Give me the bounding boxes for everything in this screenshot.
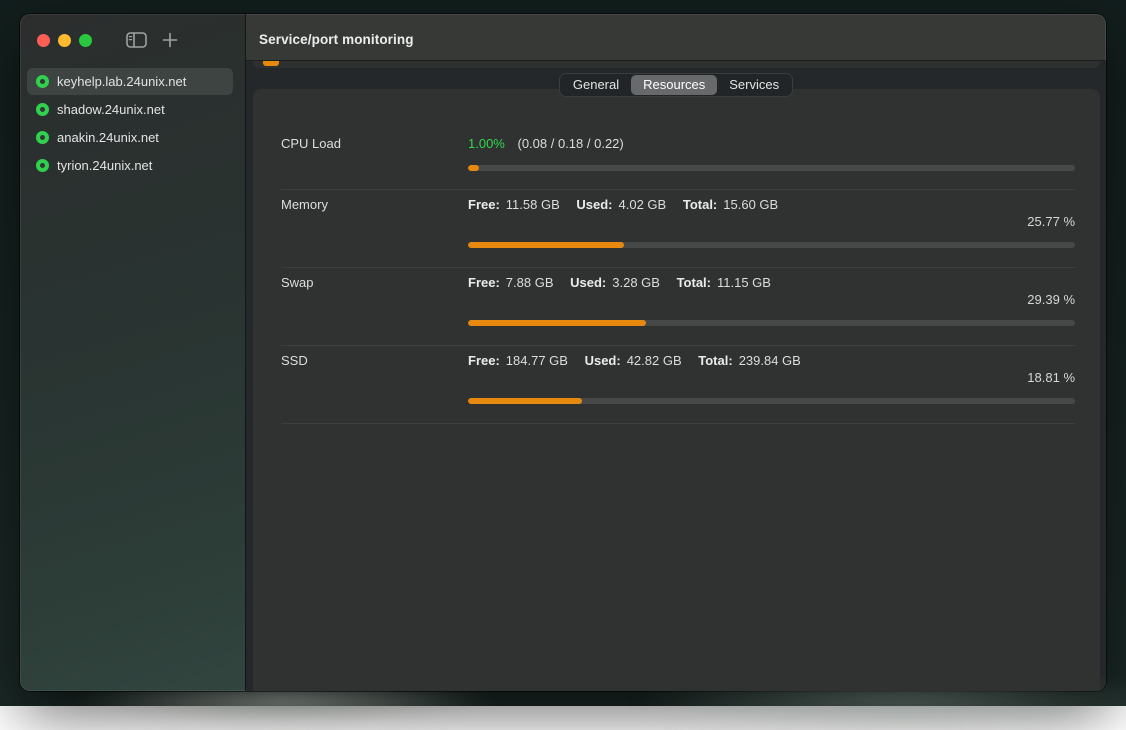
swap-values: Free: 7.88 GB Used: 3.28 GB Total: 11.15 GB <box>468 275 1075 290</box>
cpu-percent-value: 1.00% <box>468 136 505 151</box>
memory-values: Free: 11.58 GB Used: 4.02 GB Total: 15.60 G… <box>468 197 1075 212</box>
desktop-background: keyhelp.lab.24unix.net shadow.24unix.net… <box>0 0 1126 706</box>
sidebar: keyhelp.lab.24unix.net shadow.24unix.net… <box>20 14 246 691</box>
ssd-used-value: 42.82 GB <box>627 353 682 368</box>
zoom-window-button[interactable] <box>79 34 92 47</box>
status-dot-icon <box>36 75 49 88</box>
memory-row: Memory Free: 11.58 GB Used: 4.02 GB Total:… <box>281 190 1075 267</box>
row-divider <box>281 423 1075 424</box>
main-panel: Service/port monitoring General Resource… <box>246 14 1106 691</box>
used-label: Used: <box>585 353 621 368</box>
segmented-control: General Resources Services <box>559 73 793 97</box>
cpu-progress-bar <box>468 165 1075 171</box>
resources-panel: CPU Load 1.00% (0.08 / 0.18 / 0.22) <box>253 89 1100 691</box>
memory-total-value: 15.60 GB <box>723 197 778 212</box>
ssd-total-value: 239.84 GB <box>739 353 801 368</box>
swap-row: Swap Free: 7.88 GB Used: 3.28 GB Total: 11.… <box>281 268 1075 345</box>
server-label: tyrion.24unix.net <box>57 158 152 173</box>
total-label: Total: <box>698 353 732 368</box>
server-item-tyrion[interactable]: tyrion.24unix.net <box>27 152 233 179</box>
swap-progress-fill <box>468 320 646 326</box>
sidebar-toolbar <box>20 14 245 61</box>
ssd-percent: 18.81 % <box>468 370 1075 385</box>
cpu-load-averages: (0.08 / 0.18 / 0.22) <box>518 136 624 151</box>
server-label: anakin.24unix.net <box>57 130 159 145</box>
sidebar-toggle-icon <box>126 32 147 48</box>
swap-free-value: 7.88 GB <box>506 275 554 290</box>
free-label: Free: <box>468 353 500 368</box>
server-item-shadow[interactable]: shadow.24unix.net <box>27 96 233 123</box>
toggle-sidebar-button[interactable] <box>126 32 147 48</box>
swap-percent: 29.39 % <box>468 292 1075 307</box>
cpu-load-values: 1.00% (0.08 / 0.18 / 0.22) <box>468 136 1075 151</box>
scrolled-group-box-remnant <box>253 61 1100 68</box>
total-label: Total: <box>677 275 711 290</box>
tab-general[interactable]: General <box>561 75 631 95</box>
page-title: Service/port monitoring <box>259 32 414 47</box>
used-label: Used: <box>570 275 606 290</box>
total-label: Total: <box>683 197 717 212</box>
ssd-free-value: 184.77 GB <box>506 353 568 368</box>
memory-progress-fill <box>468 242 624 248</box>
memory-percent: 25.77 % <box>468 214 1075 229</box>
swap-label: Swap <box>281 275 468 326</box>
memory-progress-bar <box>468 242 1075 248</box>
cpu-load-row: CPU Load 1.00% (0.08 / 0.18 / 0.22) <box>281 89 1075 189</box>
status-dot-icon <box>36 159 49 172</box>
ssd-label: SSD <box>281 353 468 404</box>
server-item-anakin[interactable]: anakin.24unix.net <box>27 124 233 151</box>
ssd-progress-bar <box>468 398 1075 404</box>
tab-bar: General Resources Services <box>246 73 1106 97</box>
plus-icon <box>162 32 178 48</box>
memory-label: Memory <box>281 197 468 248</box>
status-dot-icon <box>36 131 49 144</box>
memory-free-value: 11.58 GB <box>506 197 560 212</box>
memory-used-value: 4.02 GB <box>619 197 667 212</box>
add-server-button[interactable] <box>162 32 178 48</box>
status-dot-icon <box>36 103 49 116</box>
tab-resources[interactable]: Resources <box>631 75 717 95</box>
app-window: keyhelp.lab.24unix.net shadow.24unix.net… <box>20 14 1106 691</box>
swap-progress-bar <box>468 320 1075 326</box>
server-item-keyhelp[interactable]: keyhelp.lab.24unix.net <box>27 68 233 95</box>
content-area: General Resources Services CPU Load 1.00… <box>246 61 1106 691</box>
used-label: Used: <box>576 197 612 212</box>
ssd-values: Free: 184.77 GB Used: 42.82 GB Total: 239.8… <box>468 353 1075 368</box>
window-title-bar: Service/port monitoring <box>246 14 1106 61</box>
cpu-progress-fill <box>468 165 479 171</box>
server-list: keyhelp.lab.24unix.net shadow.24unix.net… <box>27 68 233 180</box>
close-window-button[interactable] <box>37 34 50 47</box>
ssd-row: SSD Free: 184.77 GB Used: 42.82 GB Total: 2… <box>281 346 1075 423</box>
free-label: Free: <box>468 275 500 290</box>
free-label: Free: <box>468 197 500 212</box>
cpu-load-label: CPU Load <box>281 136 468 171</box>
server-label: shadow.24unix.net <box>57 102 165 117</box>
ssd-progress-fill <box>468 398 582 404</box>
clipped-progress-bar <box>263 61 279 66</box>
tab-services[interactable]: Services <box>717 75 791 95</box>
swap-used-value: 3.28 GB <box>612 275 660 290</box>
minimize-window-button[interactable] <box>58 34 71 47</box>
swap-total-value: 11.15 GB <box>717 275 771 290</box>
server-label: keyhelp.lab.24unix.net <box>57 74 186 89</box>
